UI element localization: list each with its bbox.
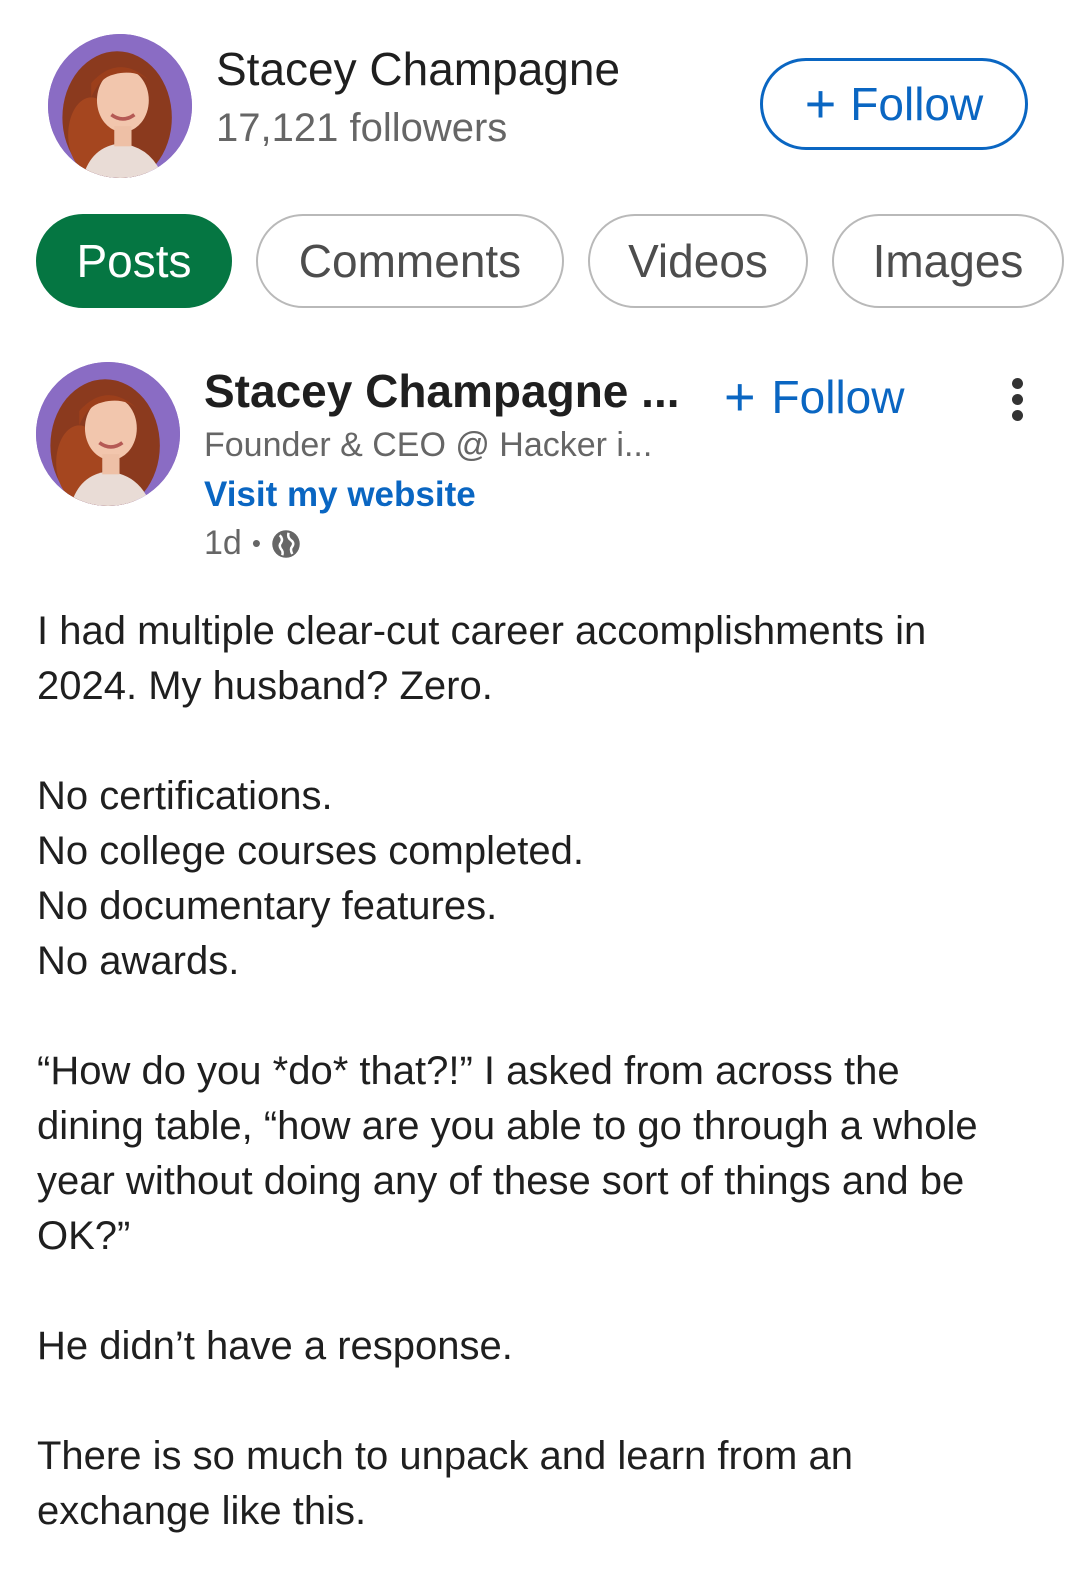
follower-count: 17,121 followers xyxy=(216,106,508,150)
post-paragraph: “How do you *do* that?!” I asked from ac… xyxy=(37,1044,1047,1264)
more-options-icon[interactable] xyxy=(1006,376,1032,422)
follow-profile-button[interactable]: + Follow xyxy=(760,58,1028,150)
post-body: I had multiple clear-cut career accompli… xyxy=(37,604,1047,1594)
visit-website-link[interactable]: Visit my website xyxy=(204,475,476,515)
separator-dot: • xyxy=(251,528,261,558)
post-author-avatar[interactable] xyxy=(36,362,180,506)
globe-icon xyxy=(272,529,300,558)
post-follow-button[interactable]: + Follow xyxy=(724,370,904,424)
follow-label: Follow xyxy=(850,78,984,130)
post-meta: 1d • xyxy=(204,524,301,563)
post-timestamp: 1d xyxy=(204,524,242,562)
post-author-headline: Founder & CEO @ Hacker i... xyxy=(204,426,653,464)
post-text-line: year without doing any of these sort of … xyxy=(37,1159,965,1203)
post-paragraph: No certifications. No college courses co… xyxy=(37,769,1047,989)
post-text-line: “How do you *do* that?!” I asked from ac… xyxy=(37,1049,900,1093)
avatar-portrait-icon xyxy=(36,362,180,506)
activity-tabs: Posts Comments Videos Images xyxy=(0,214,1080,310)
post-text-line: No certifications. xyxy=(37,774,333,818)
post-text-line: No documentary features. xyxy=(37,884,498,928)
post-text-line: No awards. xyxy=(37,939,240,983)
tab-images[interactable]: Images xyxy=(832,214,1064,308)
post-text-line: OK?” xyxy=(37,1214,131,1258)
post-text-line: There is so much to unpack and learn fro… xyxy=(37,1434,853,1478)
tab-posts[interactable]: Posts xyxy=(36,214,232,308)
post-text-line: exchange like this. xyxy=(37,1489,367,1533)
tab-comments[interactable]: Comments xyxy=(256,214,564,308)
avatar-portrait-icon xyxy=(48,34,192,178)
plus-icon: + xyxy=(804,74,837,134)
post-paragraph: There is so much to unpack and learn fro… xyxy=(37,1429,1047,1539)
post-text-line: 2024. My husband? Zero. xyxy=(37,664,493,708)
plus-icon: + xyxy=(724,367,756,427)
profile-name: Stacey Champagne xyxy=(216,43,621,95)
profile-header: Stacey Champagne 17,121 followers + Foll… xyxy=(0,0,1080,200)
tab-videos[interactable]: Videos xyxy=(588,214,808,308)
post-text-line: No college courses completed. xyxy=(37,829,584,873)
post-paragraph: He didn’t have a response. xyxy=(37,1319,1047,1374)
profile-avatar[interactable] xyxy=(48,34,192,178)
post-paragraph: I had multiple clear-cut career accompli… xyxy=(37,604,1047,714)
post-follow-label: Follow xyxy=(771,371,905,423)
post-text-line: dining table, “how are you able to go th… xyxy=(37,1104,978,1148)
post-text-line: He didn’t have a response. xyxy=(37,1324,513,1368)
post-text-line: I had multiple clear-cut career accompli… xyxy=(37,609,927,653)
post-author-name[interactable]: Stacey Champagne ... xyxy=(204,364,680,418)
